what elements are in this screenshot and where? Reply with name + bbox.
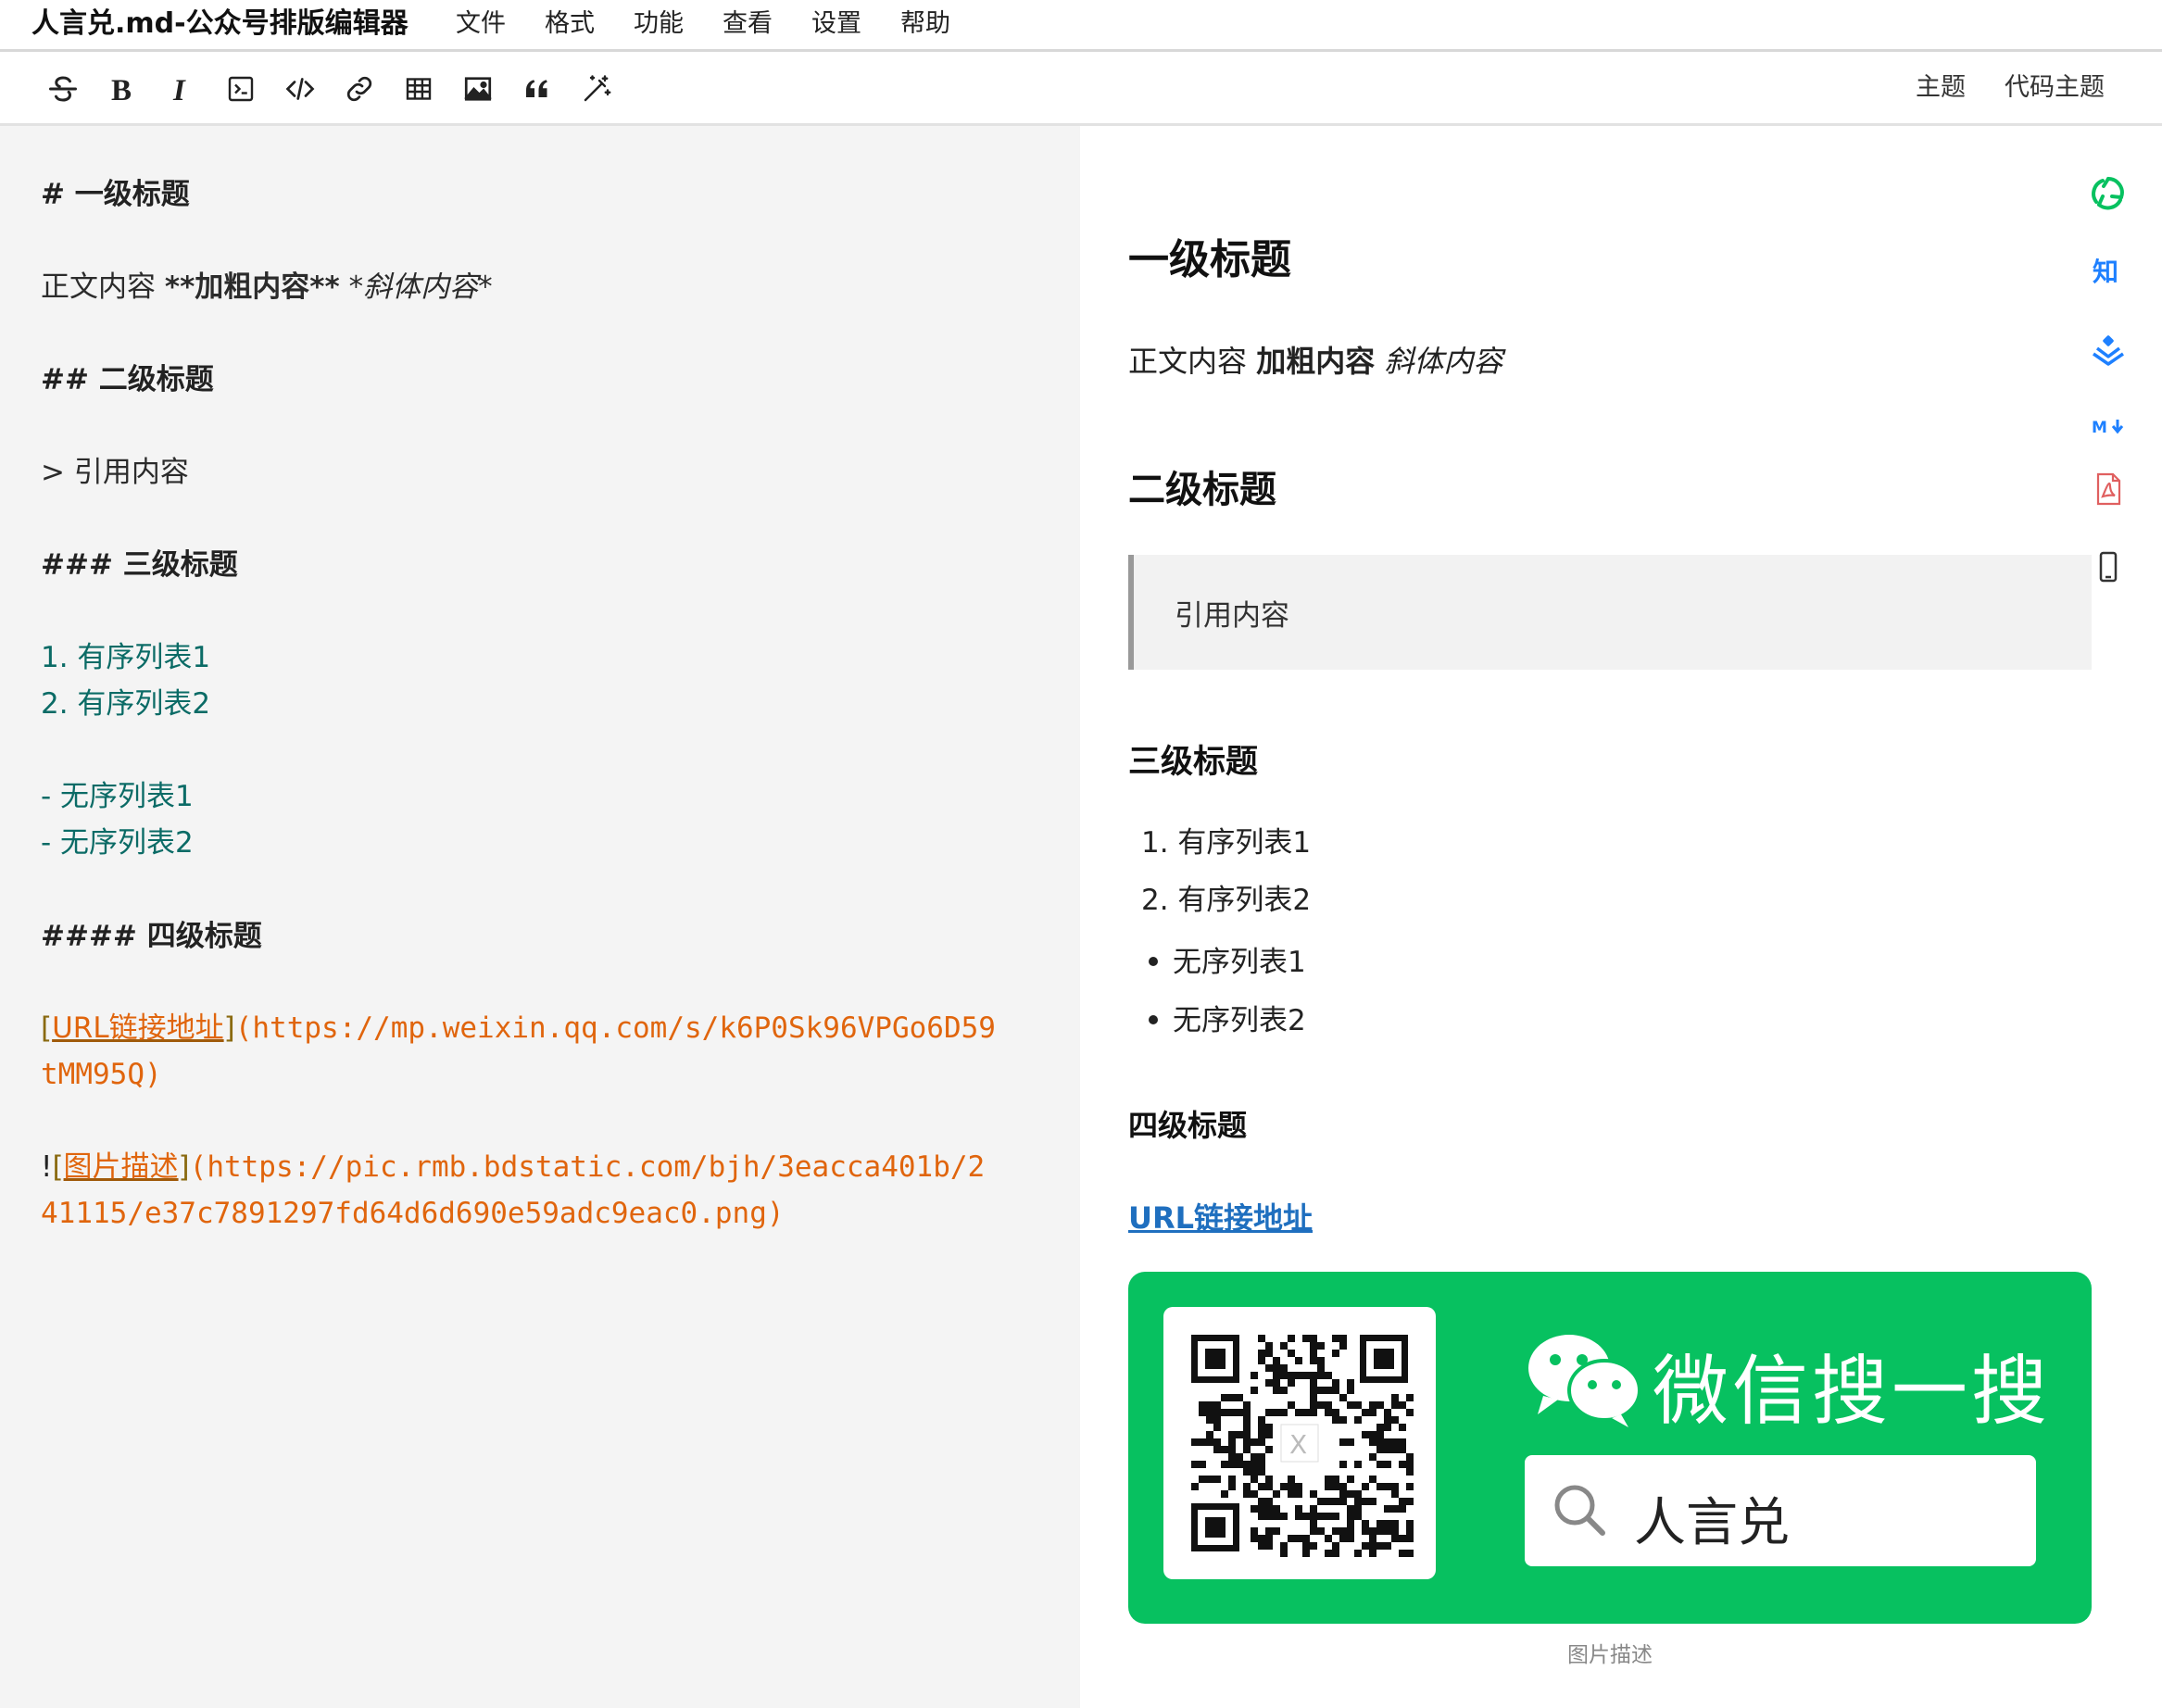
app-title: 人言兑.md-公众号排版编辑器 [31, 7, 409, 40]
wechat-moments-icon[interactable] [2088, 172, 2129, 213]
markdown-download-icon[interactable]: M [2088, 406, 2129, 446]
editor-line-paragraph: 正文内容 **加粗内容** *斜体内容* [41, 267, 493, 308]
wechat-preview: 一级标题 正文内容 加粗内容 斜体内容 二级标题 引用内容 三级标题 1. 有序… [1080, 126, 2162, 1708]
editor-line-ul2: - 无序列表2 [41, 826, 194, 860]
menu-file[interactable]: 文件 [456, 0, 506, 48]
svg-text:M: M [2092, 419, 2107, 437]
preview-h1: 一级标题 [1128, 236, 1291, 283]
editor-link-text: URL链接地址 [52, 1011, 224, 1045]
preview-quote-text: 引用内容 [1175, 599, 1289, 633]
image-caption: 图片描述 [1567, 1643, 1653, 1667]
menu-settings[interactable]: 设置 [811, 0, 861, 48]
editor-line-h2: ## 二级标题 [41, 363, 214, 396]
preview-ol-item: 1. 有序列表1 [1141, 826, 1312, 860]
zhihu-icon[interactable]: 知 [2088, 250, 2129, 291]
editor-line-h4: #### 四级标题 [41, 920, 262, 953]
editor-line-h1: # 一级标题 [41, 178, 190, 211]
preview-italic-text: 斜体内容 [1375, 344, 1503, 379]
editor-line-link: [URL链接地址](https://mp.weixin.qq.com/s/k6P… [41, 1008, 996, 1049]
editor-link-close: ] [223, 1011, 235, 1045]
svg-text:X: X [1289, 1429, 1307, 1460]
search-field: 人言兑 [1525, 1455, 2036, 1566]
preview-link[interactable]: URL链接地址 [1128, 1195, 1313, 1237]
bold-icon[interactable]: B [102, 69, 143, 109]
magic-wand-icon[interactable] [576, 69, 617, 109]
italic-icon[interactable]: I [161, 69, 202, 109]
svg-text:I: I [172, 74, 186, 106]
editor-italic-text: *斜体内容* [339, 270, 493, 304]
bullet-icon [1149, 957, 1158, 966]
link-icon[interactable] [339, 69, 380, 109]
quote-icon[interactable] [517, 69, 558, 109]
preview-h3: 三级标题 [1128, 744, 1259, 781]
menu-format[interactable]: 格式 [545, 0, 595, 48]
strikethrough-icon[interactable] [43, 69, 83, 109]
editor-line-h3: ### 三级标题 [41, 548, 238, 582]
code-theme-button[interactable]: 代码主题 [2005, 52, 2105, 123]
preview-ul-item: 无序列表2 [1173, 1004, 1306, 1037]
editor-image-close: ] [178, 1150, 190, 1184]
mobile-preview-icon[interactable] [2088, 546, 2129, 587]
menu-help[interactable]: 帮助 [900, 0, 950, 48]
preview-ol-item: 2. 有序列表2 [1141, 884, 1312, 917]
svg-text:知: 知 [2093, 257, 2118, 287]
svg-text:B: B [111, 74, 132, 106]
menu-function[interactable]: 功能 [634, 0, 684, 48]
editor-link-open: [ [41, 1011, 53, 1045]
search-icon [1554, 1485, 1605, 1536]
editor-image-open: [ [52, 1150, 64, 1184]
editor-link-url: (https://mp.weixin.qq.com/s/k6P0Sk96VPGo… [234, 1011, 996, 1045]
preview-blockquote: 引用内容 [1128, 555, 2092, 670]
menu-bar: 人言兑.md-公众号排版编辑器 文件 格式 功能 查看 设置 帮助 [0, 0, 2162, 52]
editor-line-quote: > 引用内容 [41, 456, 189, 489]
editor-image-alt: 图片描述 [63, 1150, 179, 1184]
editor-image-url: (https://pic.rmb.bdstatic.com/bjh/3eacca… [189, 1150, 986, 1184]
wechat-logo-icon [1525, 1329, 1643, 1431]
editor-line-ol1: 1. 有序列表1 [41, 641, 211, 674]
markdown-editor[interactable]: # 一级标题 正文内容 **加粗内容** *斜体内容* ## 二级标题 > 引用… [0, 126, 1080, 1708]
preview-image: X 微信搜一搜 人言兑 [1128, 1272, 2092, 1624]
preview-ul-item: 无序列表1 [1173, 946, 1306, 979]
theme-button[interactable]: 主题 [1916, 52, 1966, 123]
image-icon[interactable] [458, 69, 498, 109]
editor-link-url-cont: tMM95Q) [41, 1058, 162, 1091]
editor-line-ol2: 2. 有序列表2 [41, 687, 211, 721]
editor-line-ul1: - 无序列表1 [41, 780, 194, 813]
editor-bold-text: **加粗内容** [164, 270, 340, 304]
juejin-icon[interactable] [2088, 328, 2129, 369]
editor-plain-text: 正文内容 [41, 270, 165, 304]
menu-view[interactable]: 查看 [723, 0, 773, 48]
preview-paragraph: 正文内容 加粗内容 斜体内容 [1128, 338, 1502, 381]
editor-image-url-cont: 41115/e37c7891297fd64d6d690e59adc9eac0.p… [41, 1197, 785, 1230]
pdf-icon[interactable] [2088, 469, 2129, 509]
editor-line-image: ![图片描述](https://pic.rmb.bdstatic.com/bjh… [41, 1147, 985, 1187]
format-toolbar: B I 主题 代码主题 [0, 52, 2162, 126]
table-icon[interactable] [398, 69, 439, 109]
preview-bold-text: 加粗内容 [1256, 344, 1376, 379]
bullet-icon [1149, 1015, 1158, 1024]
search-query: 人言兑 [1634, 1493, 1790, 1553]
preview-plain-text: 正文内容 [1128, 344, 1257, 379]
code-block-icon[interactable] [280, 69, 321, 109]
qr-code: X [1163, 1307, 1436, 1579]
wechat-search-title: 微信搜一搜 [1653, 1348, 2052, 1436]
editor-image-bang: ! [41, 1150, 53, 1184]
preview-h4: 四级标题 [1128, 1108, 1248, 1143]
inline-code-icon[interactable] [220, 69, 261, 109]
preview-h2: 二级标题 [1128, 469, 1276, 511]
